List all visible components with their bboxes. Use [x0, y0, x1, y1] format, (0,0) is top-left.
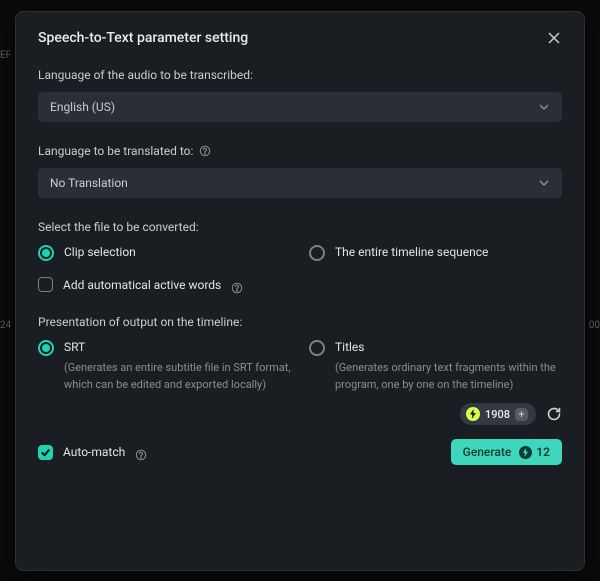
radio-srt[interactable]: SRT (Generates an entire subtitle file i…	[38, 339, 291, 393]
radio-description: (Generates ordinary text fragments withi…	[335, 360, 562, 393]
radio-icon	[309, 340, 325, 356]
radio-label: The entire timeline sequence	[335, 244, 488, 261]
checkbox-label: Auto-match	[63, 444, 125, 461]
radio-titles[interactable]: Titles (Generates ordinary text fragment…	[309, 339, 562, 393]
help-icon[interactable]	[231, 279, 243, 291]
stt-settings-modal: Speech-to-Text parameter setting Languag…	[15, 11, 585, 571]
credits-pill[interactable]: 1908 +	[460, 403, 536, 425]
output-label: Presentation of output on the timeline:	[38, 315, 562, 329]
refresh-icon[interactable]	[546, 406, 562, 422]
chevron-down-icon	[538, 177, 550, 189]
checkbox-auto-words[interactable]: Add automatical active words	[38, 277, 562, 294]
checkbox-label: Add automatical active words	[63, 277, 221, 294]
modal-title: Speech-to-Text parameter setting	[38, 30, 248, 46]
radio-label: Clip selection	[64, 244, 136, 261]
generate-button[interactable]: Generate 12	[451, 439, 562, 465]
plus-icon[interactable]: +	[515, 408, 528, 421]
modal-titlebar: Speech-to-Text parameter setting	[38, 30, 562, 46]
generate-cost: 12	[519, 445, 550, 459]
help-icon[interactable]	[135, 446, 147, 458]
radio-clip-selection[interactable]: Clip selection	[38, 244, 291, 261]
radio-icon	[38, 340, 54, 356]
translate-select[interactable]: No Translation	[38, 168, 562, 198]
bolt-icon	[519, 446, 532, 459]
credits-value: 1908	[485, 408, 510, 421]
radio-icon	[38, 245, 54, 261]
radio-label: SRT	[64, 339, 291, 356]
close-icon[interactable]	[546, 30, 562, 46]
file-label: Select the file to be converted:	[38, 220, 562, 234]
cost-value: 12	[536, 445, 550, 459]
help-icon[interactable]	[199, 145, 211, 157]
chevron-down-icon	[538, 101, 550, 113]
radio-icon	[309, 245, 325, 261]
generate-label: Generate	[463, 445, 512, 459]
language-label: Language of the audio to be transcribed:	[38, 68, 562, 82]
checkbox-icon	[38, 445, 53, 460]
checkbox-auto-match[interactable]: Auto-match	[38, 444, 147, 461]
language-value: English (US)	[50, 100, 115, 114]
radio-description: (Generates an entire subtitle file in SR…	[64, 360, 291, 393]
translate-value: No Translation	[50, 176, 128, 190]
radio-entire-timeline[interactable]: The entire timeline sequence	[309, 244, 562, 261]
bolt-icon	[466, 407, 480, 421]
language-select[interactable]: English (US)	[38, 92, 562, 122]
radio-label: Titles	[335, 339, 562, 356]
checkbox-icon	[38, 277, 53, 292]
translate-label: Language to be translated to:	[38, 144, 562, 158]
